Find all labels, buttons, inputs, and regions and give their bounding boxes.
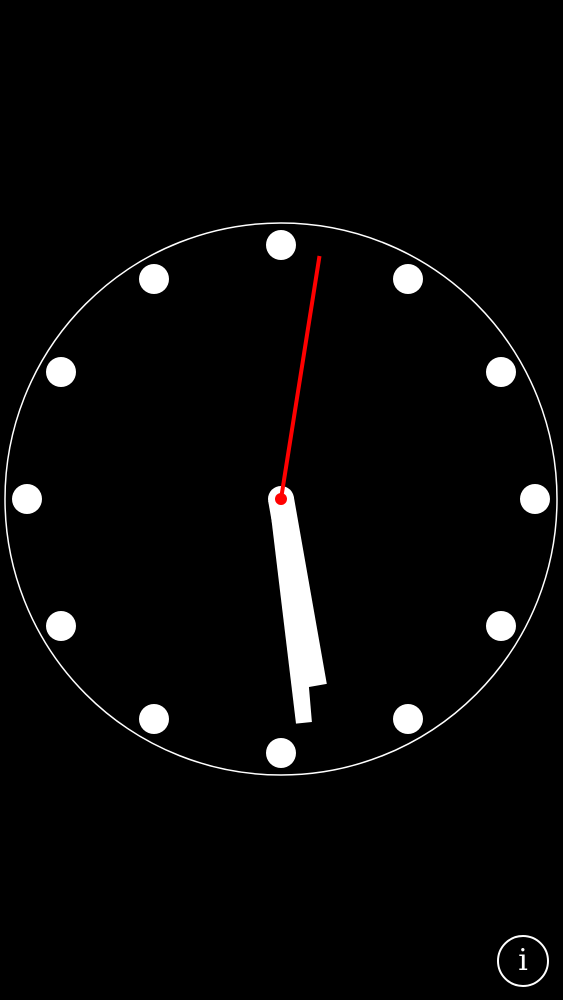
hour-marker xyxy=(266,230,296,260)
hour-marker xyxy=(393,704,423,734)
hour-marker xyxy=(486,611,516,641)
hour-marker xyxy=(393,264,423,294)
hour-marker xyxy=(520,484,550,514)
hour-marker xyxy=(46,357,76,387)
hour-marker xyxy=(139,264,169,294)
hour-marker xyxy=(266,738,296,768)
center-dot xyxy=(275,493,287,505)
info-button[interactable]: i xyxy=(497,935,549,987)
clock-screen: i xyxy=(0,0,563,1000)
second-hand xyxy=(279,255,322,500)
analog-clock xyxy=(4,222,558,776)
hour-marker xyxy=(139,704,169,734)
info-icon: i xyxy=(518,943,528,978)
hour-marker xyxy=(12,484,42,514)
hour-marker xyxy=(486,357,516,387)
hour-marker xyxy=(46,611,76,641)
